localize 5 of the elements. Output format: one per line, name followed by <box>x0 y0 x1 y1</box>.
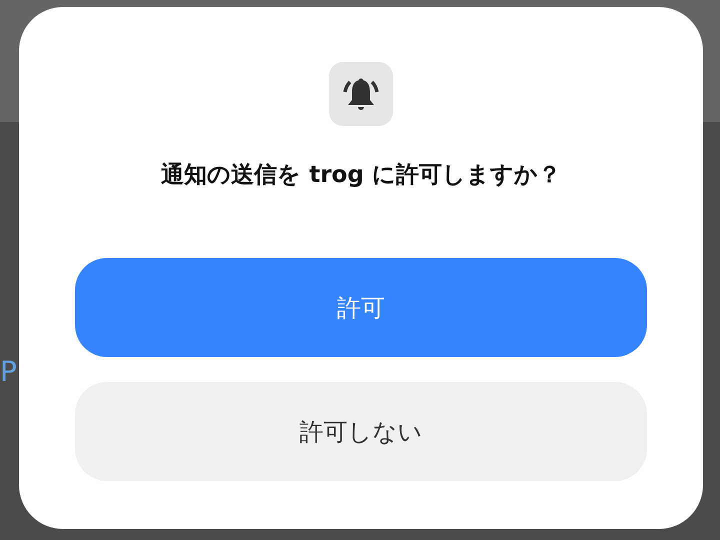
bell-icon <box>329 62 393 126</box>
background-text: P <box>0 358 17 386</box>
dialog-title: 通知の送信を trog に許可しますか？ <box>161 161 561 190</box>
deny-button[interactable]: 許可しない <box>75 382 647 481</box>
allow-button[interactable]: 許可 <box>75 258 647 357</box>
